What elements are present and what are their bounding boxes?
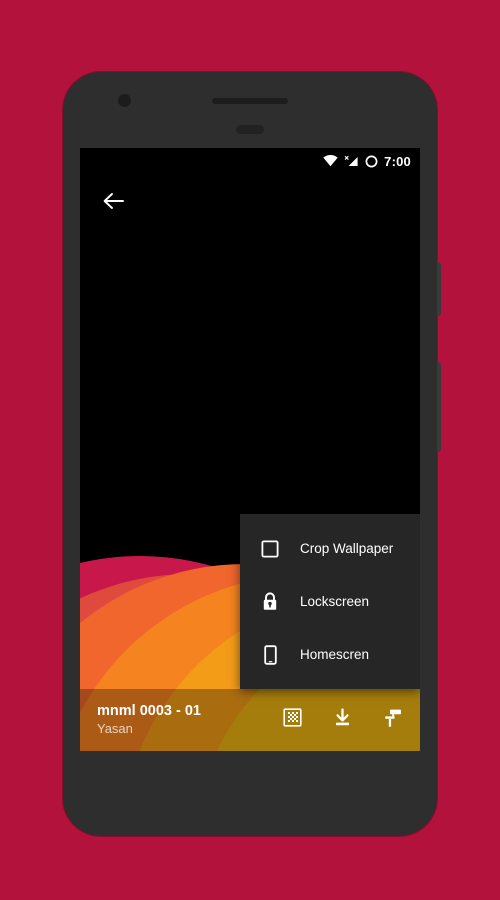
cellular-no-sim-icon xyxy=(344,155,359,167)
wallpaper-apply-menu: Crop Wallpaper Lockscreen Homescren xyxy=(240,514,420,689)
menu-item-label: Crop Wallpaper xyxy=(300,541,394,556)
download-icon xyxy=(333,708,352,732)
crop-square-icon xyxy=(259,538,281,560)
menu-item-label: Homescren xyxy=(300,647,370,662)
volume-button[interactable] xyxy=(437,362,441,452)
back-button[interactable] xyxy=(94,184,132,222)
checkered-pattern-icon xyxy=(282,708,302,732)
phone-icon xyxy=(259,644,281,666)
menu-item-crop-wallpaper[interactable]: Crop Wallpaper xyxy=(240,525,420,573)
earpiece-speaker xyxy=(212,98,288,104)
menu-item-lockscreen[interactable]: Lockscreen xyxy=(240,578,420,626)
paint-roller-icon xyxy=(382,708,402,733)
wallpaper-author: Yasan xyxy=(97,720,133,736)
download-button[interactable] xyxy=(324,702,360,738)
phone-device-frame: 7:00 mnml 0003 - 01 Yasan Crop Wallpaper… xyxy=(63,72,441,836)
apply-wallpaper-button[interactable] xyxy=(374,702,410,738)
battery-circle-icon xyxy=(365,155,378,168)
phone-screen: 7:00 mnml 0003 - 01 Yasan Crop Wallpaper… xyxy=(80,148,420,751)
menu-item-homescreen[interactable]: Homescren xyxy=(240,631,420,679)
back-arrow-icon xyxy=(103,192,124,215)
wallpaper-info-bar: mnml 0003 - 01 Yasan xyxy=(80,689,420,751)
wallpaper-info-text: mnml 0003 - 01 Yasan xyxy=(97,702,260,737)
power-button[interactable] xyxy=(437,262,441,316)
menu-item-label: Lockscreen xyxy=(300,594,370,609)
wifi-icon xyxy=(323,155,338,167)
wallpaper-title: mnml 0003 - 01 xyxy=(97,703,201,720)
pattern-preview-button[interactable] xyxy=(274,702,310,738)
front-camera-icon xyxy=(118,94,131,107)
lock-icon xyxy=(259,591,281,613)
status-bar-clock: 7:00 xyxy=(384,153,411,169)
status-bar: 7:00 xyxy=(80,148,420,174)
proximity-sensor xyxy=(236,125,264,134)
